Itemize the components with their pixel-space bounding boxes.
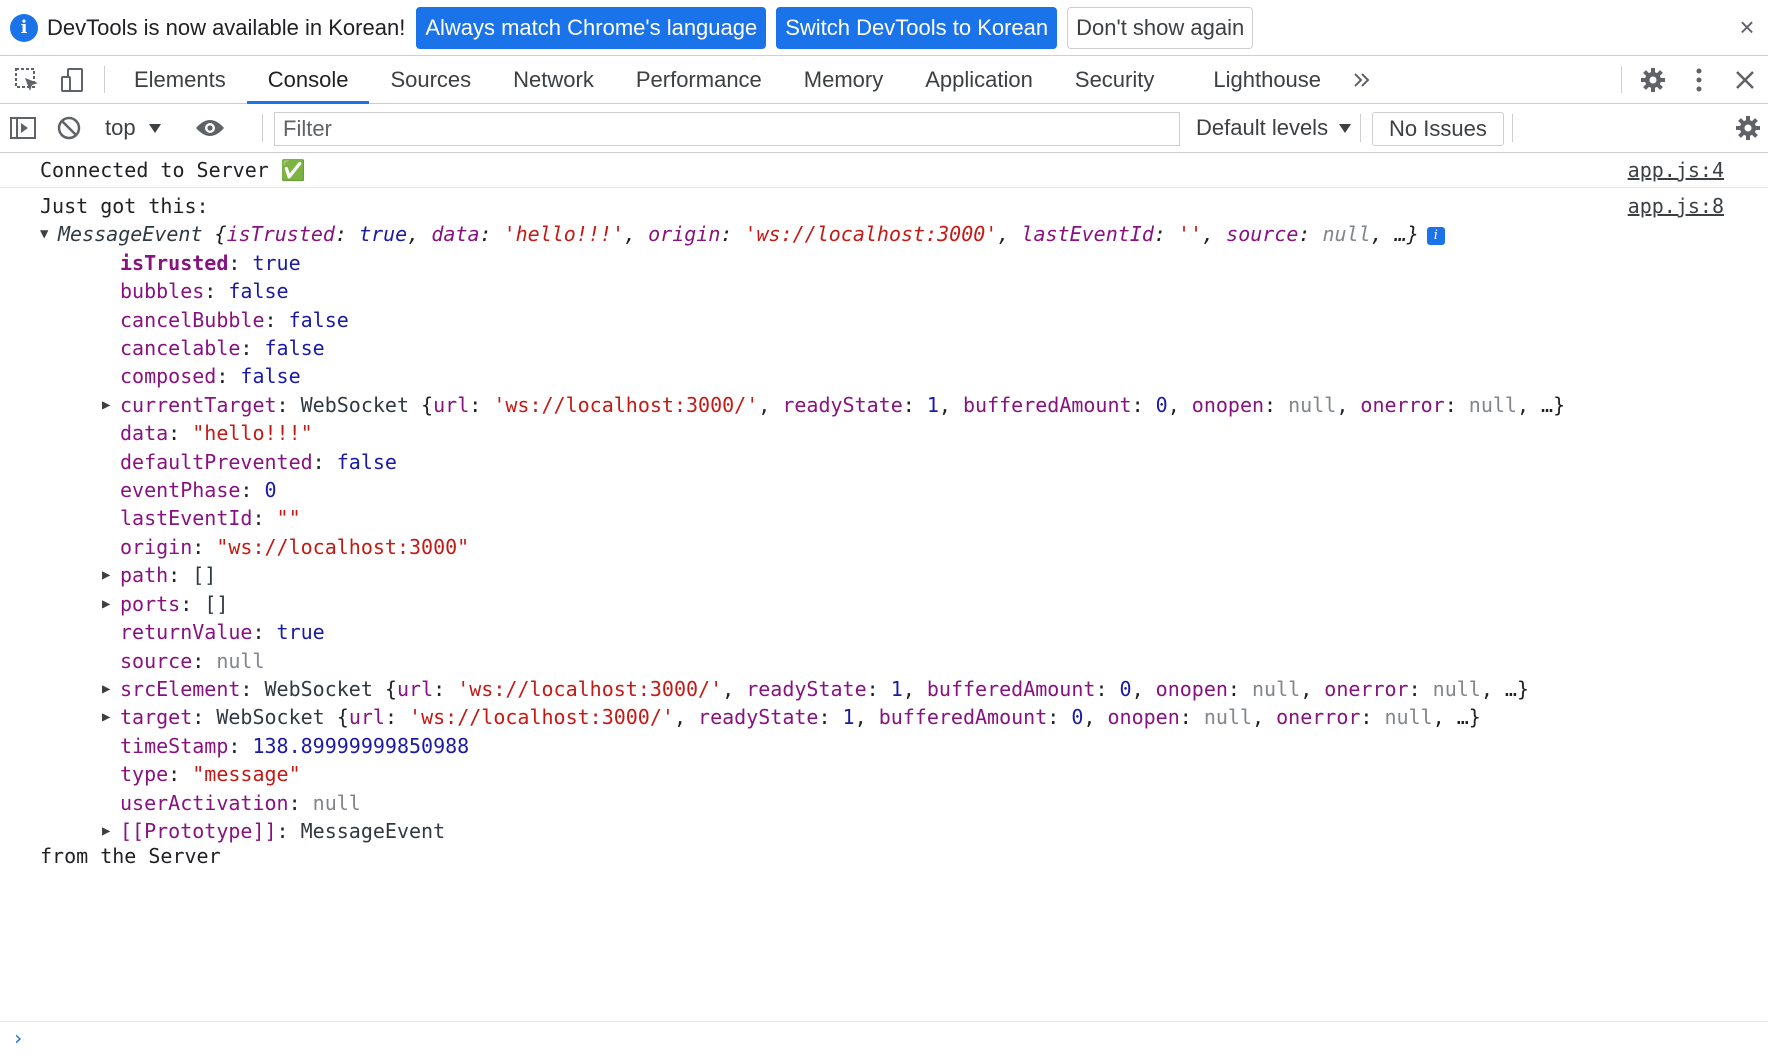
message-text: Just got this:	[40, 194, 209, 218]
divider	[262, 114, 263, 142]
console-message: Just got this: app.js:8 ▼ MessageEvent {i…	[0, 188, 1768, 867]
prop-ports[interactable]: ▶ ports: []	[40, 590, 1768, 618]
language-infobar: i DevTools is now available in Korean! A…	[0, 0, 1768, 56]
info-badge-icon[interactable]: i	[1426, 227, 1445, 246]
close-devtools-icon[interactable]	[1722, 56, 1768, 103]
console-toolbar: top Default levels No Issues	[0, 104, 1768, 153]
prop-origin: origin: "ws://localhost:3000"	[120, 534, 470, 559]
prop-srcElement[interactable]: ▶ srcElement: WebSocket {url: 'ws://local…	[40, 675, 1768, 703]
tab-memory[interactable]: Memory	[783, 56, 904, 103]
prop-path[interactable]: ▶ path: []	[40, 561, 1768, 589]
console-settings-gear-icon[interactable]	[1734, 104, 1762, 152]
inspect-element-icon[interactable]	[4, 56, 50, 103]
prop-userActivation: userActivation: null	[120, 790, 361, 815]
prop-target[interactable]: ▶ target: WebSocket {url: 'ws://localhost…	[40, 703, 1768, 731]
dont-show-again-button[interactable]: Don't show again	[1067, 6, 1254, 49]
prop-lastEventId: lastEventId: ""	[120, 506, 301, 531]
tab-performance[interactable]: Performance	[615, 56, 783, 103]
collapse-triangle-icon[interactable]: ▼	[40, 220, 48, 248]
divider	[1621, 66, 1622, 93]
prop-currentTarget[interactable]: ▶ currentTarget: WebSocket {url: 'ws://lo…	[40, 391, 1768, 419]
settings-gear-icon[interactable]	[1630, 56, 1676, 103]
info-icon: i	[10, 13, 38, 42]
expand-triangle-icon[interactable]: ▶	[102, 817, 110, 845]
expand-triangle-icon[interactable]: ▶	[102, 675, 110, 703]
prop-prototype[interactable]: ▶ [[Prototype]]: MessageEvent	[40, 817, 1768, 845]
tab-network[interactable]: Network	[492, 56, 615, 103]
prop-type: type: "message"	[120, 762, 301, 787]
tab-application[interactable]: Application	[904, 56, 1054, 103]
check-mark-emoji: ✅	[280, 157, 306, 182]
expand-triangle-icon[interactable]: ▶	[102, 561, 110, 589]
live-expression-eye-icon[interactable]	[179, 118, 241, 138]
message-tail-text: from the Server	[40, 844, 221, 869]
source-link[interactable]: app.js:8	[1628, 192, 1724, 220]
context-selector[interactable]: top	[93, 115, 178, 141]
console-output: Connected to Server ✅ app.js:4 Just got …	[0, 153, 1768, 1050]
issues-button[interactable]: No Issues	[1372, 112, 1504, 146]
tabbar-right-controls	[1613, 56, 1768, 103]
switch-to-korean-button[interactable]: Switch DevTools to Korean	[776, 6, 1058, 49]
expand-triangle-icon[interactable]: ▶	[102, 703, 110, 731]
more-tabs-icon[interactable]	[1342, 56, 1382, 103]
object-summary[interactable]: ▼ MessageEvent {isTrusted: true, data: 'h…	[0, 220, 1768, 248]
console-prompt[interactable]: ›	[0, 1021, 1768, 1058]
prompt-chevron-icon: ›	[12, 1026, 25, 1050]
filter-input[interactable]	[274, 112, 1180, 146]
log-levels-dropdown[interactable]: Default levels	[1196, 104, 1352, 152]
console-message: Connected to Server ✅ app.js:4	[0, 153, 1768, 188]
prop-returnValue: returnValue: true	[120, 620, 325, 645]
tab-security[interactable]: Security	[1054, 56, 1192, 103]
device-toolbar-icon[interactable]	[50, 56, 96, 103]
prop-cancelable: cancelable: false	[120, 336, 325, 361]
tab-console[interactable]: Console	[246, 56, 370, 104]
more-options-icon[interactable]	[1676, 56, 1722, 103]
divider	[1512, 114, 1513, 142]
tab-sources[interactable]: Sources	[369, 56, 492, 103]
devtools-tabbar: Elements Console Sources Network Perform…	[0, 56, 1768, 104]
expand-triangle-icon[interactable]: ▶	[102, 391, 110, 419]
source-link[interactable]: app.js:4	[1628, 156, 1724, 184]
prop-source: source: null	[120, 648, 265, 673]
prop-timeStamp: timeStamp: 138.89999999850988	[120, 733, 470, 758]
prop-isTrusted: isTrusted: true	[120, 250, 301, 275]
prop-defaultPrevented: defaultPrevented: false	[120, 449, 397, 474]
prop-data: data: "hello!!!"	[120, 421, 313, 446]
dropdown-arrow-icon	[148, 124, 161, 133]
show-sidebar-icon[interactable]	[0, 115, 46, 141]
context-label: top	[105, 115, 136, 140]
clear-console-icon[interactable]	[46, 115, 92, 141]
prop-cancelBubble: cancelBubble: false	[120, 307, 349, 332]
log-levels-label: Default levels	[1196, 115, 1329, 140]
close-infobar-button[interactable]: ×	[1732, 12, 1762, 43]
infobar-message: DevTools is now available in Korean!	[47, 14, 406, 40]
always-match-language-button[interactable]: Always match Chrome's language	[416, 6, 767, 49]
dropdown-arrow-icon	[1339, 124, 1352, 133]
tab-lighthouse[interactable]: Lighthouse	[1192, 56, 1342, 103]
prop-bubbles: bubbles: false	[120, 279, 289, 304]
message-text: Connected to Server	[40, 157, 269, 182]
divider	[104, 66, 105, 93]
expand-triangle-icon[interactable]: ▶	[102, 590, 110, 618]
tab-elements[interactable]: Elements	[113, 56, 247, 103]
prop-composed: composed: false	[120, 364, 301, 389]
divider	[1360, 114, 1361, 142]
prop-eventPhase: eventPhase: 0	[120, 478, 277, 503]
